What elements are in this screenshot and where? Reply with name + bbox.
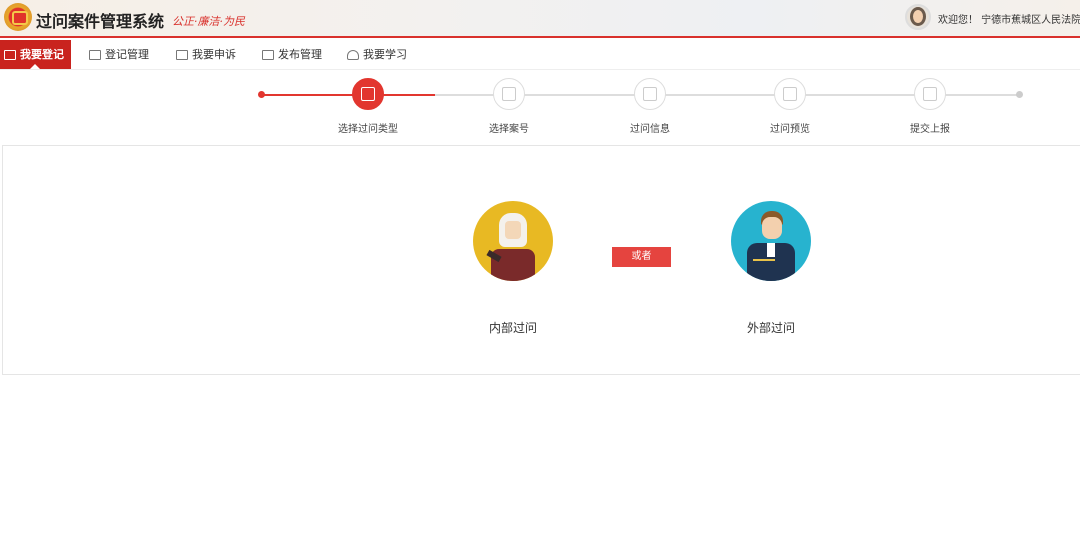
- nav-label: 我要申诉: [192, 48, 236, 61]
- app-title: 过问案件管理系统: [36, 12, 165, 31]
- user-avatar[interactable]: [905, 4, 931, 30]
- nav-register[interactable]: 我要登记: [0, 40, 71, 69]
- step-preview[interactable]: 过问预览: [735, 78, 845, 135]
- document-icon: [634, 78, 666, 110]
- preview-search-icon: [774, 78, 806, 110]
- main-nav: 我要登记 登记管理 我要申诉 发布管理 我要学习: [0, 40, 1080, 70]
- edit-icon: [89, 49, 101, 60]
- court-emblem-logo: [4, 3, 32, 31]
- nav-register-manage[interactable]: 登记管理: [89, 40, 149, 69]
- step-label: 提交上报: [910, 124, 950, 135]
- header: 过问案件管理系统 公正·廉洁·为民 欢迎您！ 宁德市蕉城区人民法院 <: [0, 0, 1080, 38]
- edit-doc-icon: [493, 78, 525, 110]
- nav-label: 我要学习: [363, 48, 407, 61]
- graduation-cap-icon: [347, 49, 359, 60]
- progress-end-dot: [1016, 91, 1023, 98]
- nav-label: 发布管理: [278, 48, 322, 61]
- step-label: 选择案号: [489, 124, 529, 135]
- or-badge: 或者: [612, 247, 671, 267]
- step-label: 过问信息: [630, 124, 670, 135]
- step-info[interactable]: 过问信息: [595, 78, 705, 135]
- nav-learn[interactable]: 我要学习: [347, 40, 407, 69]
- external-inquiry-label: 外部过问: [746, 321, 795, 335]
- progress-start-dot: [258, 91, 265, 98]
- nav-label: 登记管理: [105, 48, 149, 61]
- welcome-text[interactable]: 欢迎您！ 宁德市蕉城区人民法院 <: [938, 11, 1080, 26]
- progress-steps: 选择过问类型 选择案号 过问信息 过问预览 提交上报: [0, 72, 1080, 140]
- register-icon: [4, 49, 16, 60]
- nav-publish[interactable]: 发布管理: [262, 40, 322, 69]
- internal-inquiry-label: 内部过问: [488, 321, 537, 335]
- step-submit[interactable]: 提交上报: [875, 78, 985, 135]
- step-select-case[interactable]: 选择案号: [454, 78, 564, 135]
- step-select-type[interactable]: 选择过问类型: [313, 78, 423, 135]
- monitor-icon: [176, 49, 188, 60]
- slogan: 公正·廉洁·为民: [172, 15, 245, 28]
- id-card-icon: [352, 78, 384, 110]
- nav-label: 我要登记: [20, 48, 64, 61]
- edit-icon: [262, 49, 274, 60]
- internal-inquiry-option[interactable]: 内部过问: [443, 201, 583, 336]
- type-selection-panel: 内部过问 或者 外部过问: [2, 145, 1080, 375]
- submit-icon: [914, 78, 946, 110]
- step-label: 选择过问类型: [338, 124, 398, 135]
- external-inquiry-option[interactable]: 外部过问: [701, 201, 841, 336]
- nav-appeal[interactable]: 我要申诉: [176, 40, 236, 69]
- judge-icon: [473, 201, 553, 281]
- lawyer-icon: [731, 201, 811, 281]
- step-label: 过问预览: [770, 124, 810, 135]
